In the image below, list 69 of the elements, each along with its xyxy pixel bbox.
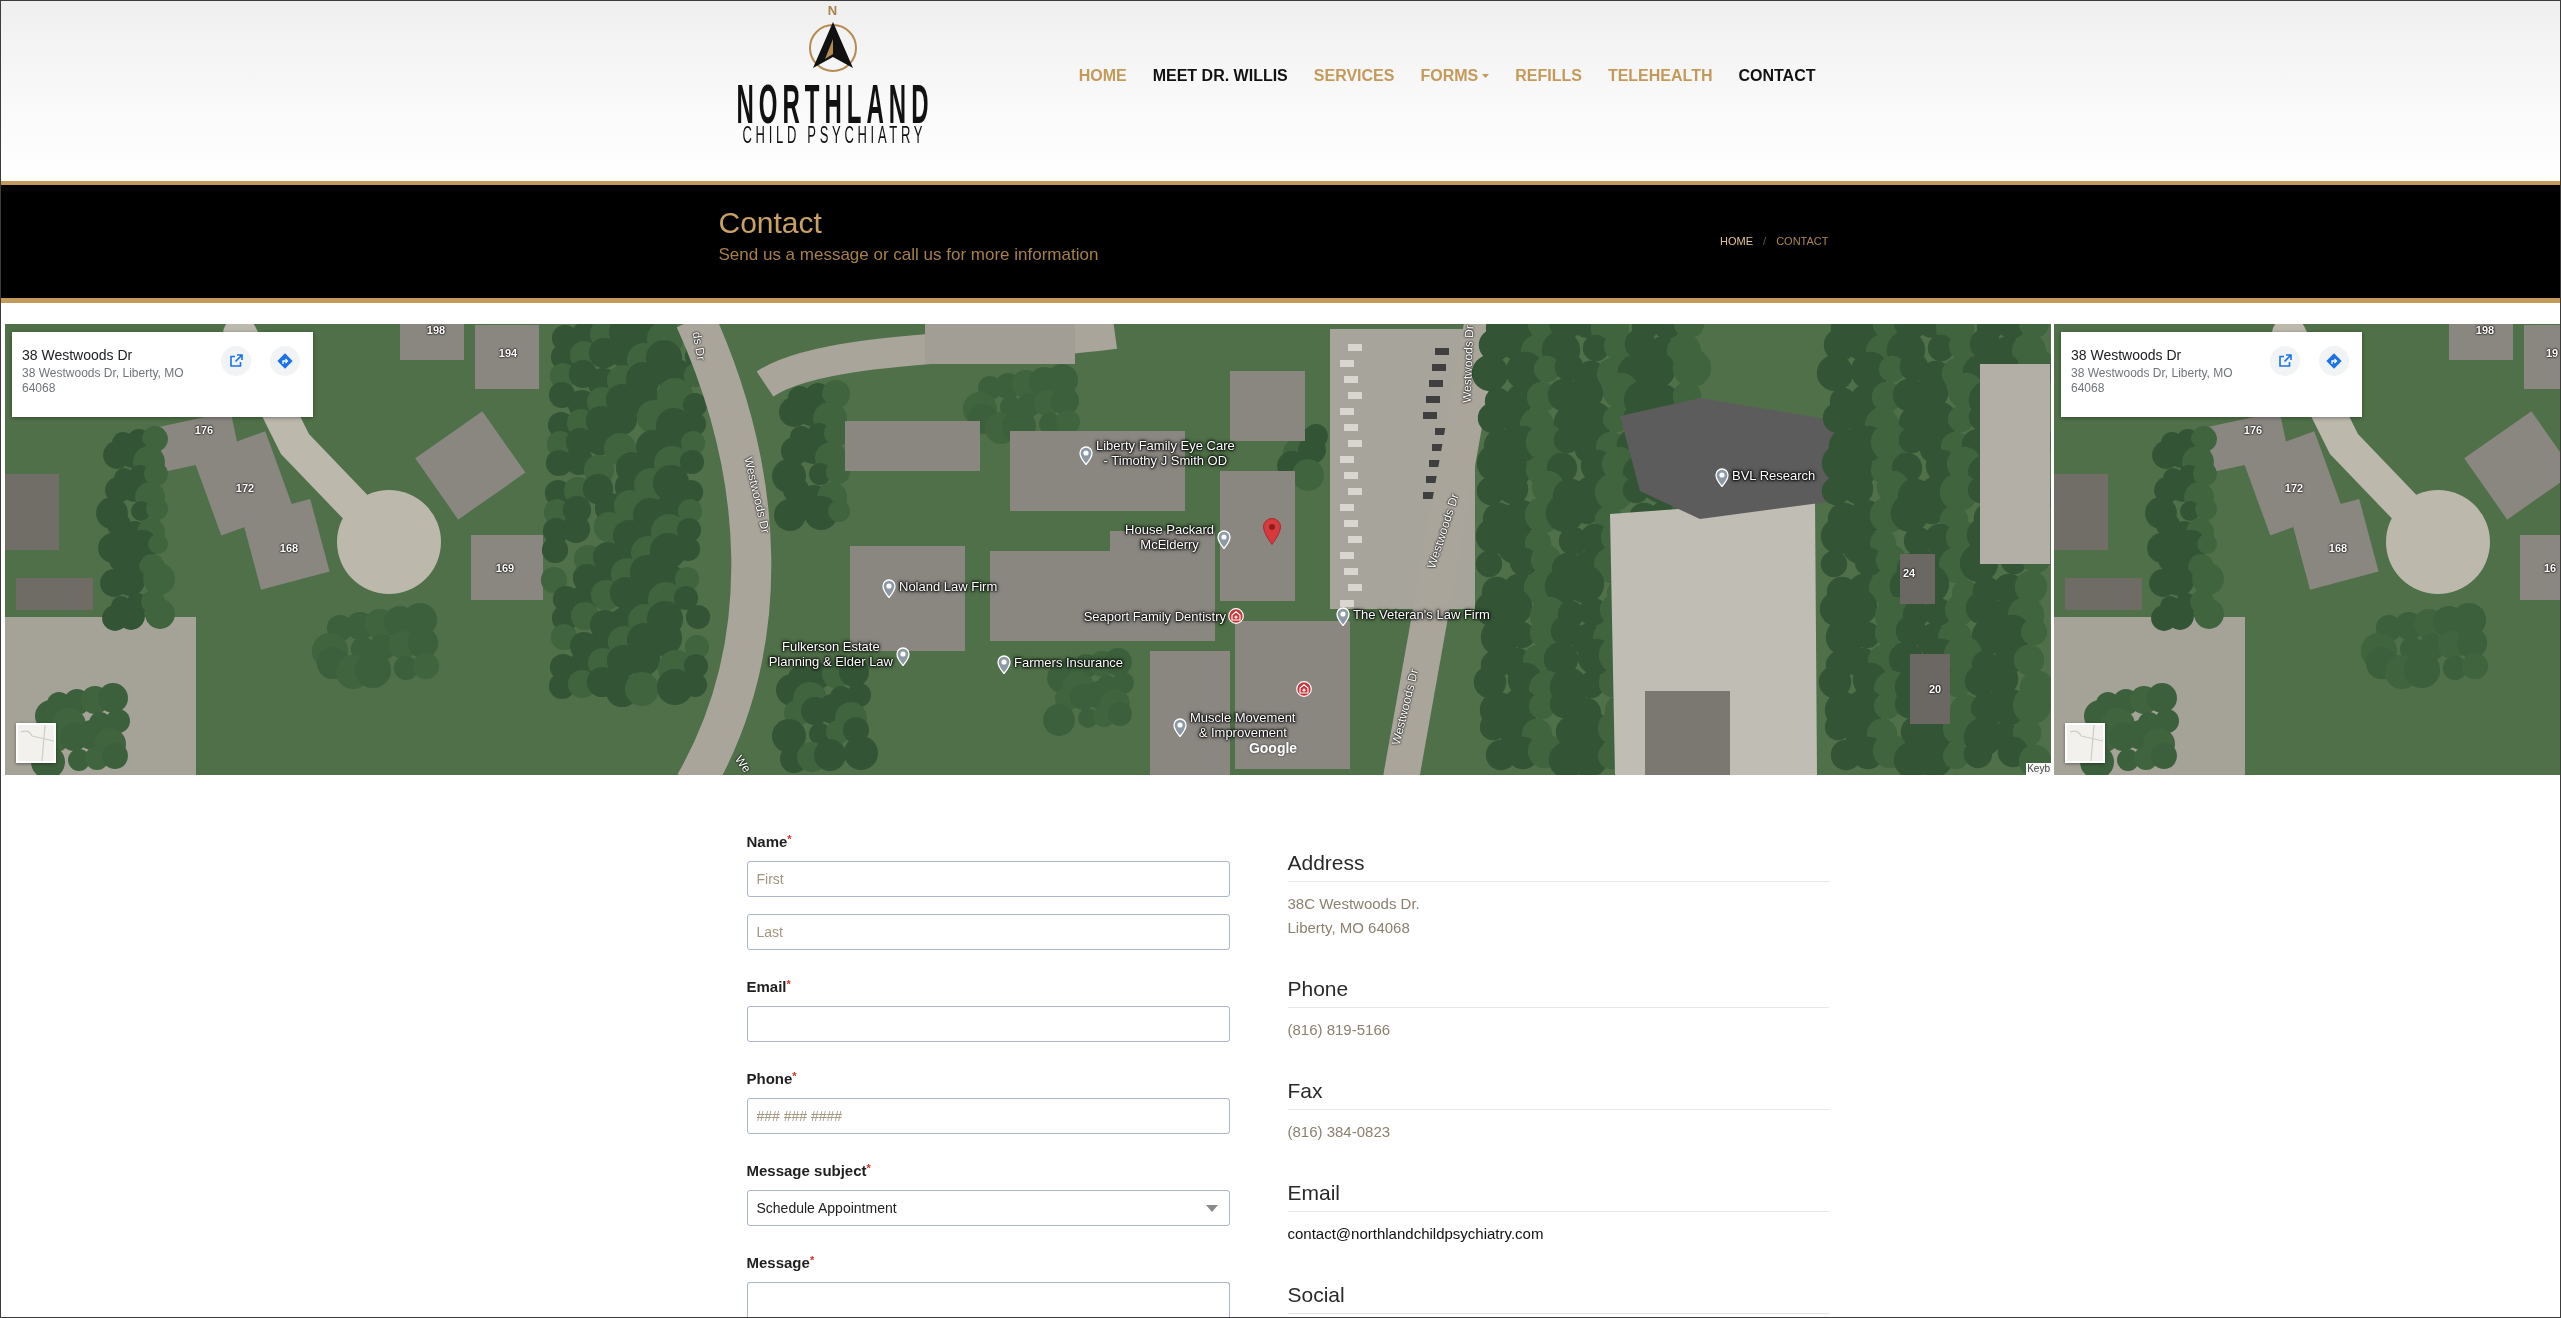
text-input[interactable]: [746, 1006, 1230, 1042]
external-link-icon: [2277, 353, 2293, 369]
place-address: 38 Westwoods Dr, Liberty, MO 64068: [2071, 366, 2234, 396]
house-number-label: 168: [2328, 541, 2348, 555]
info-text: 38C Westwoods Dr. Liberty, MO 64068: [1287, 894, 1420, 938]
map-place-label: Noland Law Firm: [899, 578, 998, 594]
map-attribution: Google: [1248, 740, 1298, 756]
breadcrumb-link[interactable]: HOME: [1720, 233, 1754, 249]
map-place-label: Muscle Movement & Improvement: [1190, 710, 1296, 740]
caret-icon: [1482, 74, 1490, 78]
place-title: 38 Westwoods Dr: [2071, 346, 2183, 364]
info-text: (816) 384-0823: [1287, 1122, 1391, 1142]
house-number-label: 176: [2243, 423, 2263, 437]
map-place-label: The Veteran's Law Firm: [1353, 606, 1490, 622]
nav-link[interactable]: CONTACT: [1738, 65, 1816, 87]
house-number-label: 20: [1928, 682, 1942, 696]
page-title: Contact: [718, 205, 823, 241]
field-label: Phone*: [746, 1069, 798, 1089]
logo-letter: N: [827, 4, 838, 17]
house-number-label: 19: [2545, 346, 2559, 360]
subject-select[interactable]: Schedule Appointment: [746, 1190, 1230, 1226]
house-number-label: 172: [2284, 481, 2304, 495]
directions-icon: [2326, 353, 2342, 369]
map-place-label: Fulkerson Estate Planning & Elder Law: [768, 639, 893, 669]
street-label: Westwoods Dr: [1459, 324, 1477, 404]
house-number-label: 169: [495, 561, 515, 575]
house-number-label: 198: [426, 324, 446, 337]
house-number-label: 194: [498, 346, 518, 360]
nav-link[interactable]: MEET DR. WILLIS: [1152, 65, 1288, 87]
info-heading: Email: [1287, 1179, 1829, 1212]
logo-wordmark: NORTHLAND: [736, 84, 934, 126]
street-label: ds Dr: [689, 330, 709, 362]
house-number-label: 172: [235, 481, 255, 495]
house-number-label: 168: [279, 541, 299, 555]
dropdown-caret-icon: [1205, 1204, 1218, 1212]
field-label: Name*: [746, 832, 793, 852]
directions-button[interactable]: [2319, 346, 2349, 376]
place-address: 38 Westwoods Dr, Liberty, MO 64068: [22, 366, 185, 396]
place-title: 38 Westwoods Dr: [22, 346, 134, 364]
house-number-label: 198: [2475, 324, 2495, 337]
map-type-toggle[interactable]: [2065, 723, 2105, 763]
map-place-label: Farmers Insurance: [1014, 654, 1124, 670]
map-place-label: Liberty Family Eye Care - Timothy J Smith OD: [1096, 438, 1235, 468]
logo-tagline: CHILD PSYCHIATRY: [742, 127, 927, 145]
info-heading: Phone: [1287, 975, 1829, 1008]
map-place-label: Seaport Family Dentistry: [1083, 608, 1226, 624]
house-number-label: 16: [2543, 561, 2557, 575]
breadcrumb-current: CONTACT: [1776, 234, 1829, 249]
map-place-label: BVL Research: [1732, 467, 1816, 483]
breadcrumb-separator: /: [1763, 234, 1767, 249]
info-text: (816) 819-5166: [1287, 1020, 1391, 1040]
field-label: Email*: [746, 977, 792, 997]
page-subtitle: Send us a message or call us for more information: [718, 244, 1099, 266]
field-label: Message subject*: [746, 1161, 872, 1181]
text-input[interactable]: Last: [746, 914, 1230, 950]
info-heading: Fax: [1287, 1077, 1829, 1110]
map-place-label: House Packard McElderry: [1125, 522, 1214, 552]
house-number-label: 176: [194, 423, 214, 437]
text-input[interactable]: ### ### ####: [746, 1098, 1230, 1134]
street-label: We: [732, 752, 754, 775]
field-label: Message*: [746, 1253, 816, 1273]
external-link-button[interactable]: [2270, 346, 2300, 376]
street-label: Westwoods Dr: [741, 455, 773, 535]
map-thumbnail-icon: [2067, 725, 2103, 761]
house-number-label: 24: [1902, 566, 1916, 580]
message-input[interactable]: [746, 1282, 1230, 1317]
email-link[interactable]: contact@northlandchildpsychiatry.com: [1287, 1222, 1544, 1246]
text-input[interactable]: First: [746, 861, 1230, 897]
info-heading: Address: [1287, 849, 1829, 882]
